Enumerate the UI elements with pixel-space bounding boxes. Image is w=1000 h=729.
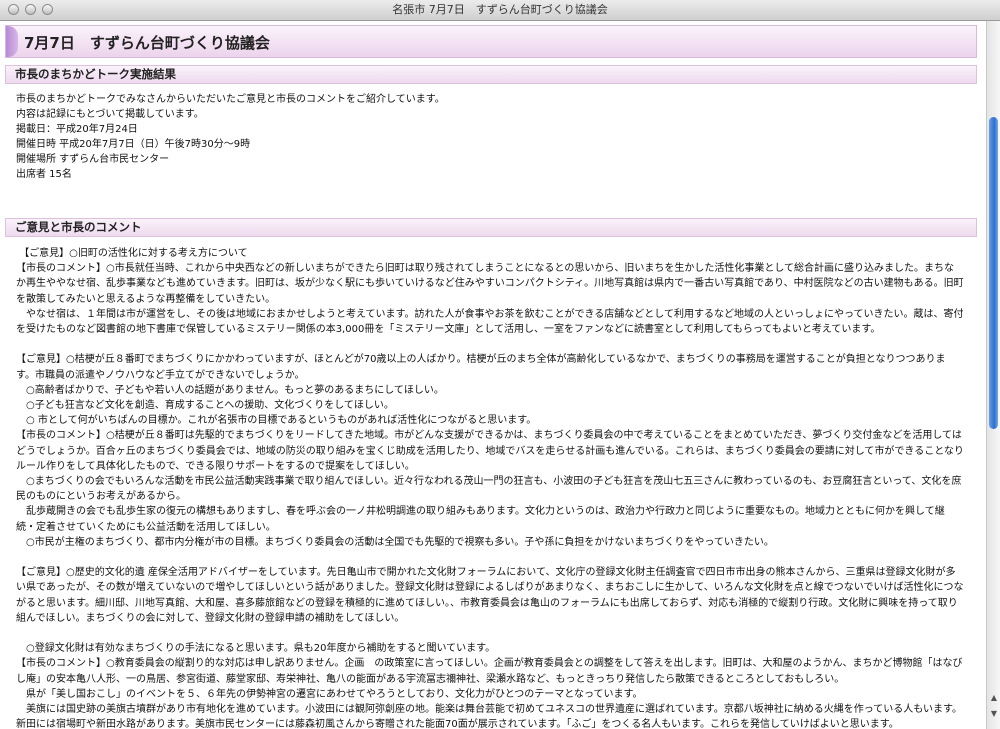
comment-paragraph: 県が「美し国おこし」のイベントを５、６年先の伊勢神宮の遷宮にあわせてやろうとして… (16, 688, 643, 700)
comment-paragraph: 【ご意見】○歴史的文化的遺 産保全活用アドバイザーをしています。先日亀山市で開か… (16, 567, 964, 624)
comment-paragraph: ​ (16, 550, 964, 565)
page-header: 7月7日 すずらん台町づくり協議会 (5, 25, 977, 58)
comment-paragraph: ○登録文化財は有効なまちづくりの手法になると思います。県も20年度から補助をする… (16, 643, 496, 655)
comment-paragraph: 【ご意見】○桔梗が丘８番町でまちづくりにかかわっていますが、ほとんどが70歳以上… (16, 354, 946, 381)
comment-paragraph: 乱歩蔵開きの会でも乱歩生家の復元の構想もありますし、春を呼ぶ会の一ノ井松明調進の… (16, 506, 945, 533)
comment-paragraph: ○市民が主権のまちづくり、都市内分権が市の目標。まちづくり委員会の活動は全国でも… (16, 536, 774, 548)
section-intro: 市長のまちかどトークでみなさんからいただいたご意見と市長のコメントをご紹介してい… (16, 92, 966, 182)
intro-line: 掲載日：平成20年7月24日 (16, 124, 138, 135)
comment-paragraph: ○子ども狂言など文化を創造、育成することへの援助、文化づくりをしてほしい。 (16, 400, 394, 412)
comment-paragraph: 美旗には国史跡の美旗古墳群があり市有地化を進めています。小波田には観阿弥創座の地… (16, 704, 962, 729)
comment-paragraph: ○まちづくりの会でもいろんな活動を市民公益活動実践事業で取り組んでほしい。近々行… (16, 476, 962, 503)
comment-paragraph: 【市長のコメント】○桔梗が丘８番町は先駆的でまちづくりをリードしてきた地域。市が… (16, 430, 964, 472)
header-tab-decoration (6, 26, 18, 57)
intro-line: 市長のまちかどトークでみなさんからいただいたご意見と市長のコメントをご紹介してい… (16, 94, 445, 105)
scrollbar-thumb[interactable] (989, 117, 998, 429)
intro-line: 開催場所 すずらん台市民センター (16, 154, 170, 165)
comment-paragraph: ​ (16, 626, 964, 641)
comment-paragraph: 【市長のコメント】○市長就任当時、これから中央西などの新しいまちができたら旧町は… (16, 263, 964, 305)
section-heading-talk-result: 市長のまちかどトーク実施結果 (5, 65, 977, 84)
comments-body: 【ご意見】○旧町の活性化に対する考え方について 【市長のコメント】○市長就任当時… (16, 246, 964, 729)
window-titlebar: 名張市 7月7日 すずらん台町づくり協議会 (0, 0, 1000, 21)
comment-paragraph: ○ 市として何がいちばんの目標か。これが名張市の目標であるというものがあれば活性… (16, 415, 537, 427)
intro-line: 出席者 15名 (16, 169, 72, 180)
page-title: 7月7日 すずらん台町づくり協議会 (24, 34, 270, 52)
comment-paragraph: 【市長のコメント】○教育委員会の縦割り的な対応は申し訳ありません。企画 の政策室… (16, 658, 963, 685)
comment-paragraph: 【ご意見】○旧町の活性化に対する考え方について (16, 248, 248, 259)
vertical-scrollbar[interactable]: ▲ ▼ (986, 21, 1000, 729)
close-window-button[interactable] (8, 4, 19, 15)
comment-paragraph: ○高齢者ばかりで、子どもや若い人の話題がありません。もっと夢のあるまちにしてほし… (16, 384, 444, 396)
minimize-window-button[interactable] (25, 4, 36, 15)
comment-paragraph: やなせ宿は、１年間は市が運営をし、その後は地域におまかせしようと考えています。訪… (16, 308, 964, 336)
scroll-up-arrow-icon[interactable]: ▲ (989, 693, 999, 703)
window-title: 名張市 7月7日 すずらん台町づくり協議会 (392, 3, 608, 16)
intro-line: 内容は記録にもとづいて掲載しています。 (16, 109, 204, 120)
comment-paragraph: ​ (16, 337, 964, 352)
scroll-down-arrow-icon[interactable]: ▼ (989, 709, 999, 719)
section-heading-comments: ご意見と市長のコメント (5, 218, 977, 237)
zoom-window-button[interactable] (42, 4, 53, 15)
intro-line: 開催日時 平成20年7月7日（日）午後7時30分～9時 (16, 139, 251, 150)
page-content: 7月7日 すずらん台町づくり協議会 市長のまちかどトーク実施結果 市長のまちかど… (0, 21, 986, 729)
